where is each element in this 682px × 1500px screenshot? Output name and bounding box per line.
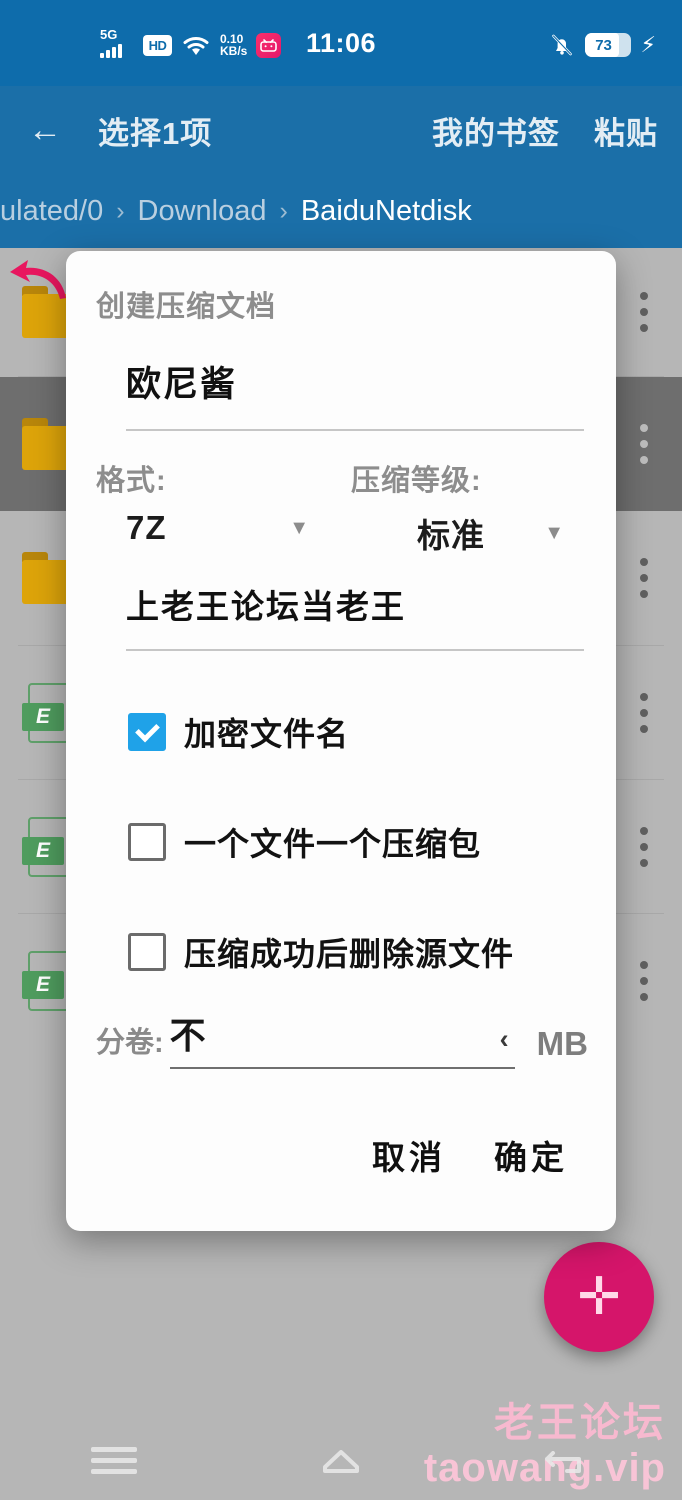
overflow-menu-icon[interactable] (624, 558, 664, 598)
back-arrow-icon[interactable]: ← (28, 113, 98, 147)
status-bar-right-icons: 73 ⚡ (549, 30, 656, 60)
format-select-row[interactable]: 7Z ▼ (96, 509, 333, 547)
format-value: 7Z (126, 509, 167, 546)
compression-level-label: 压缩等级: (351, 465, 482, 497)
split-volume-input[interactable]: 不 (170, 1015, 206, 1057)
one-archive-per-file-checkbox[interactable] (128, 823, 166, 861)
split-volume-label: 分卷: (96, 1027, 164, 1059)
archive-name-underline (126, 429, 584, 431)
breadcrumb-separator-0: › (116, 196, 125, 225)
archive-name-input[interactable]: 欧尼酱 (126, 363, 584, 407)
delete-source-after-compress-checkbox[interactable] (128, 933, 166, 971)
one-archive-per-file-label: 一个文件一个压缩包 (184, 826, 482, 862)
breadcrumb-item-2[interactable]: BaiduNetdisk (301, 195, 472, 228)
breadcrumb-item-1[interactable]: Download (138, 195, 267, 228)
back-nav-icon[interactable] (523, 1437, 613, 1483)
split-volume-inner: 不 ‹ (170, 1015, 515, 1057)
phone-screen: 5G HD 0.10 KB/s 11:06 73 ⚡ ← 选择1项 我的书签 粘… (0, 0, 682, 1500)
compression-level-select-row[interactable]: 标准 ▼ (351, 509, 588, 557)
overflow-menu-icon[interactable] (624, 424, 664, 464)
recents-menu-icon[interactable] (69, 1437, 159, 1483)
overflow-menu-icon[interactable] (624, 692, 664, 733)
dialog-options-list: 加密文件名 一个文件一个压缩包 压缩成功后删除源文件 (94, 677, 588, 1007)
status-bar: 5G HD 0.10 KB/s 11:06 73 ⚡ (0, 0, 682, 86)
confirm-button[interactable]: 确定 (494, 1131, 568, 1179)
archive-name-field-wrap: 欧尼酱 (94, 363, 588, 431)
compression-level-selector[interactable]: 压缩等级: 标准 ▼ (333, 457, 588, 557)
page-title: 选择1项 (98, 115, 213, 151)
mute-bell-icon (549, 32, 575, 58)
dialog-actions: 取消 确定 (94, 1131, 588, 1179)
my-bookmarks-button[interactable]: 我的书签 (432, 108, 560, 153)
home-icon[interactable] (296, 1437, 386, 1483)
breadcrumb-item-0[interactable]: ulated/0 (0, 195, 103, 228)
app-bar-row: ← 选择1项 我的书签 粘贴 (0, 86, 682, 174)
paste-button[interactable]: 粘贴 (594, 108, 658, 153)
encrypt-filenames-checkbox[interactable] (128, 713, 166, 751)
password-field-wrap: 上老王论坛当老王 (94, 585, 588, 651)
split-volume-field[interactable]: 不 ‹ (169, 1015, 515, 1069)
cancel-button[interactable]: 取消 (372, 1131, 446, 1179)
add-fab-button[interactable]: ✛ (544, 1242, 654, 1352)
dialog-title: 创建压缩文档 (96, 291, 277, 323)
password-underline (126, 649, 584, 651)
overflow-menu-icon[interactable] (624, 826, 664, 867)
delete-source-label: 压缩成功后删除源文件 (184, 936, 515, 972)
red-annotation-arrow-icon (10, 260, 66, 299)
delete-source-option[interactable]: 压缩成功后删除源文件 (128, 897, 588, 1007)
dialog-selectors-row: 格式: 7Z ▼ 压缩等级: 标准 ▼ (94, 457, 588, 557)
create-archive-dialog: 创建压缩文档 欧尼酱 格式: 7Z ▼ 压缩等级: 标准 ▼ 上老王论坛当老王 … (66, 251, 616, 1231)
encrypt-filenames-label: 加密文件名 (184, 716, 350, 752)
overflow-menu-icon[interactable] (624, 292, 664, 332)
chevron-left-icon[interactable]: ‹ (500, 1024, 515, 1055)
battery-percent-label: 73 (595, 36, 612, 54)
chevron-down-icon: ▼ (289, 517, 309, 539)
split-volume-row: 分卷: 不 ‹ MB (94, 1015, 588, 1069)
compression-level-value: 标准 (417, 517, 485, 554)
split-volume-underline (169, 1067, 515, 1069)
breadcrumb-separator-1: › (279, 196, 288, 225)
password-input[interactable]: 上老王论坛当老王 (126, 585, 584, 629)
encrypt-filenames-option[interactable]: 加密文件名 (128, 677, 588, 787)
charging-bolt-icon: ⚡ (640, 32, 656, 57)
format-selector[interactable]: 格式: 7Z ▼ (96, 457, 333, 557)
app-bar-actions: 我的书签 粘贴 (432, 108, 682, 153)
overflow-menu-icon[interactable] (624, 960, 664, 1001)
chevron-down-icon: ▼ (544, 522, 564, 544)
split-volume-unit: MB (536, 1025, 588, 1062)
system-navigation-bar (0, 1420, 682, 1500)
battery-indicator: 73 (584, 33, 631, 57)
one-archive-per-file-option[interactable]: 一个文件一个压缩包 (128, 787, 588, 897)
plus-icon: ✛ (577, 1268, 621, 1326)
format-label: 格式: (96, 465, 167, 497)
app-bar: ← 选择1项 我的书签 粘贴 ulated/0 › Download › Bai… (0, 86, 682, 248)
breadcrumb: ulated/0 › Download › BaiduNetdisk (0, 174, 682, 248)
